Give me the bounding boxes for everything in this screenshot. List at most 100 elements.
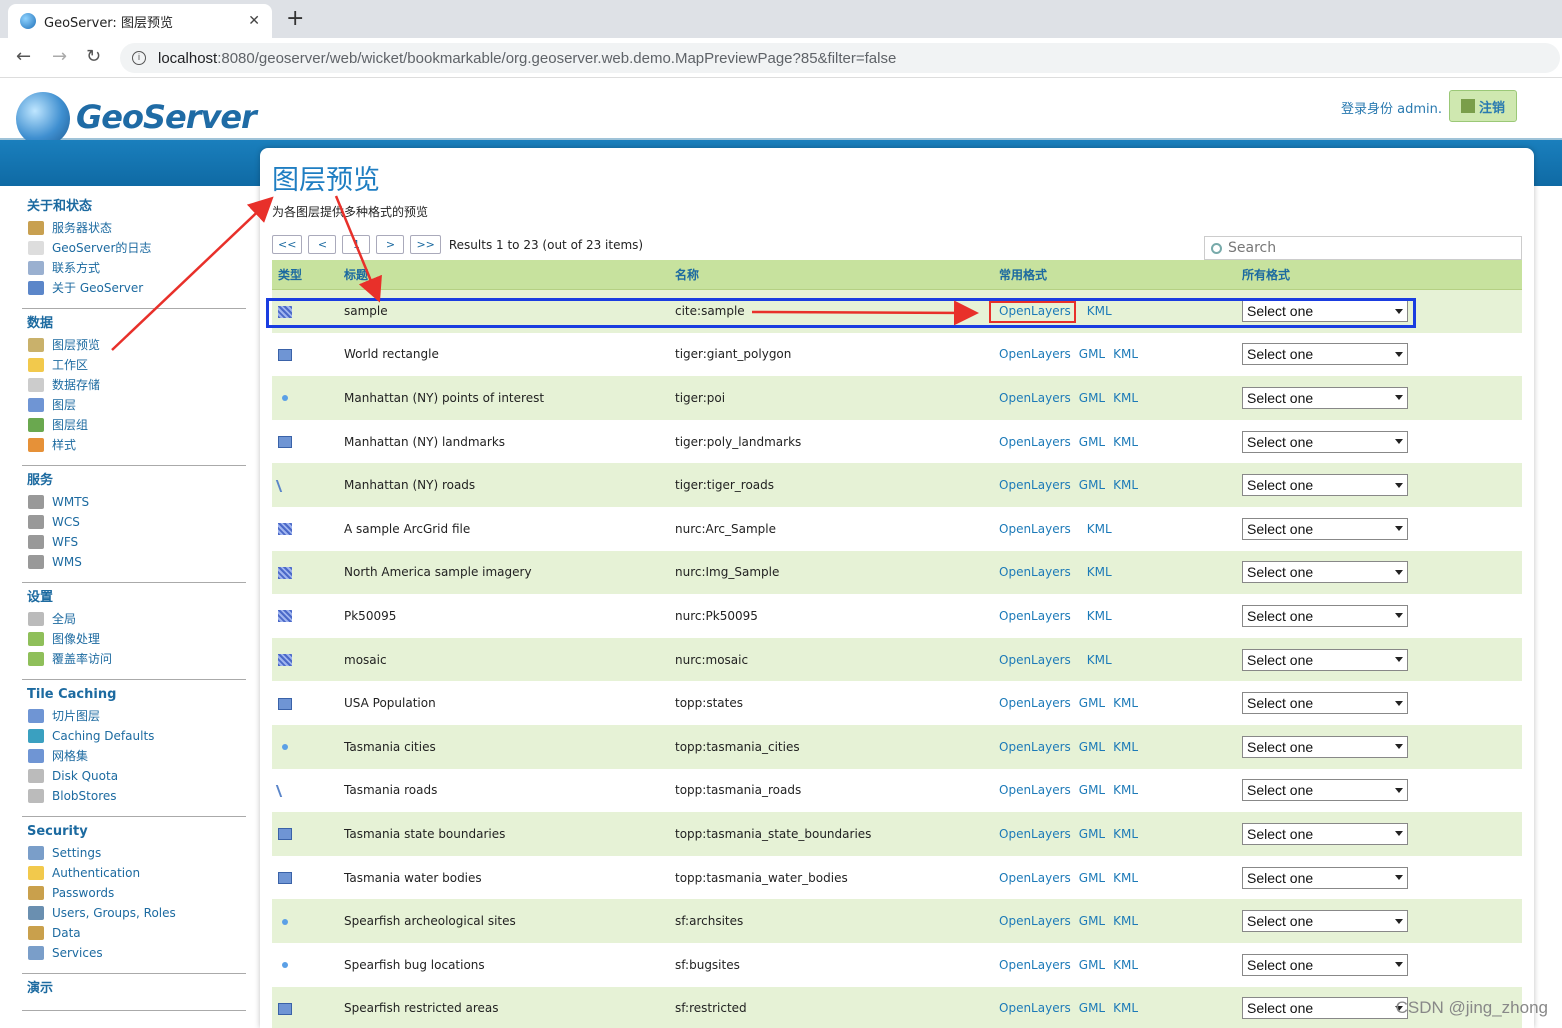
openlayers-link[interactable]: OpenLayers (999, 1001, 1071, 1015)
kml-link[interactable]: KML (1113, 478, 1138, 492)
sidebar-item[interactable]: Caching Defaults (22, 726, 246, 746)
gml-link[interactable]: GML (1079, 347, 1105, 361)
gml-link[interactable]: GML (1079, 435, 1105, 449)
page-1-button[interactable]: 1 (342, 235, 371, 254)
forward-icon[interactable]: → (52, 46, 67, 67)
kml-link[interactable]: KML (1113, 435, 1138, 449)
sidebar-item[interactable]: 样式 (22, 435, 246, 455)
sidebar-item[interactable]: 工作区 (22, 355, 246, 375)
gml-link[interactable]: GML (1079, 914, 1105, 928)
column-header-type[interactable]: 类型 (272, 260, 338, 290)
gml-link[interactable]: GML (1079, 1001, 1105, 1015)
kml-link[interactable]: KML (1113, 740, 1138, 754)
column-header-title[interactable]: 标题 (338, 260, 669, 290)
sidebar-item[interactable]: 网格集 (22, 746, 246, 766)
kml-link[interactable]: KML (1113, 696, 1138, 710)
openlayers-link[interactable]: OpenLayers (999, 914, 1071, 928)
sidebar-item[interactable]: GeoServer的日志 (22, 238, 246, 258)
sidebar-item[interactable]: 覆盖率访问 (22, 649, 246, 669)
all-formats-select[interactable]: Select one (1242, 648, 1408, 671)
openlayers-link[interactable]: OpenLayers (999, 740, 1071, 754)
sidebar-item[interactable]: 切片图层 (22, 706, 246, 726)
logo-text[interactable]: GeoServer (76, 98, 257, 136)
kml-link[interactable]: KML (1113, 391, 1138, 405)
sidebar-item[interactable]: 图像处理 (22, 629, 246, 649)
browser-tab[interactable]: GeoServer: 图层预览 ✕ (8, 4, 272, 38)
all-formats-select[interactable]: Select one (1242, 430, 1408, 453)
all-formats-select[interactable]: Select one (1242, 953, 1408, 976)
gml-link[interactable]: GML (1079, 696, 1105, 710)
sidebar-item[interactable]: Settings (22, 843, 246, 863)
last-page-button[interactable]: >> (410, 235, 441, 254)
all-formats-select[interactable]: Select one (1242, 779, 1408, 802)
kml-link[interactable]: KML (1113, 783, 1138, 797)
openlayers-link[interactable]: OpenLayers (999, 827, 1071, 841)
gml-link[interactable]: GML (1079, 478, 1105, 492)
openlayers-link[interactable]: OpenLayers (999, 696, 1071, 710)
all-formats-select[interactable]: Select one (1242, 517, 1408, 540)
reload-icon[interactable]: ↻ (86, 46, 101, 67)
openlayers-link[interactable]: OpenLayers (999, 565, 1071, 579)
site-info-icon[interactable]: i (132, 51, 146, 65)
openlayers-link[interactable]: OpenLayers (999, 435, 1071, 449)
sidebar-item[interactable]: Users, Groups, Roles (22, 903, 246, 923)
gml-link[interactable]: GML (1079, 827, 1105, 841)
url-input[interactable]: i localhost:8080/geoserver/web/wicket/bo… (120, 43, 1560, 73)
kml-link[interactable]: KML (1087, 609, 1112, 623)
gml-link[interactable]: GML (1079, 958, 1105, 972)
sidebar-item[interactable]: 图层组 (22, 415, 246, 435)
kml-link[interactable]: KML (1113, 871, 1138, 885)
gml-link[interactable]: GML (1079, 391, 1105, 405)
all-formats-select[interactable]: Select one (1242, 343, 1408, 366)
all-formats-select[interactable]: Select one (1242, 692, 1408, 715)
sidebar-item[interactable]: Authentication (22, 863, 246, 883)
openlayers-link[interactable]: OpenLayers (999, 522, 1071, 536)
openlayers-link[interactable]: OpenLayers (999, 653, 1071, 667)
search-input[interactable]: Search (1204, 236, 1522, 260)
all-formats-select[interactable]: Select one (1242, 822, 1408, 845)
kml-link[interactable]: KML (1113, 958, 1138, 972)
sidebar-item[interactable]: Services (22, 943, 246, 963)
openlayers-link[interactable]: OpenLayers (999, 783, 1071, 797)
prev-page-button[interactable]: < (308, 235, 337, 254)
sidebar-item[interactable]: WMTS (22, 492, 246, 512)
back-icon[interactable]: ← (16, 46, 31, 67)
all-formats-select[interactable]: Select one (1242, 866, 1408, 889)
new-tab-icon[interactable]: + (286, 6, 304, 31)
sidebar-item[interactable]: BlobStores (22, 786, 246, 806)
openlayers-link[interactable]: OpenLayers (999, 478, 1071, 492)
sidebar-item[interactable]: 关于 GeoServer (22, 278, 246, 298)
openlayers-link[interactable]: OpenLayers (999, 958, 1071, 972)
logout-button[interactable]: 注销 (1449, 90, 1517, 122)
all-formats-select[interactable]: Select one (1242, 910, 1408, 933)
geoserver-logo-icon[interactable] (16, 92, 70, 146)
kml-link[interactable]: KML (1087, 565, 1112, 579)
kml-link[interactable]: KML (1087, 522, 1112, 536)
next-page-button[interactable]: > (376, 235, 405, 254)
kml-link[interactable]: KML (1113, 347, 1138, 361)
all-formats-select[interactable]: Select one (1242, 474, 1408, 497)
openlayers-link[interactable]: OpenLayers (999, 347, 1071, 361)
kml-link[interactable]: KML (1113, 914, 1138, 928)
kml-link[interactable]: KML (1113, 827, 1138, 841)
sidebar-item[interactable]: WMS (22, 552, 246, 572)
sidebar-item[interactable]: 全局 (22, 609, 246, 629)
close-tab-icon[interactable]: ✕ (248, 13, 260, 29)
first-page-button[interactable]: << (272, 235, 303, 254)
sidebar-item[interactable]: 图层 (22, 395, 246, 415)
all-formats-select[interactable]: Select one (1242, 604, 1408, 627)
sidebar-item[interactable]: WFS (22, 532, 246, 552)
all-formats-select[interactable]: Select one (1242, 735, 1408, 758)
sidebar-item[interactable]: Data (22, 923, 246, 943)
gml-link[interactable]: GML (1079, 783, 1105, 797)
sidebar-item[interactable]: WCS (22, 512, 246, 532)
sidebar-item[interactable]: 联系方式 (22, 258, 246, 278)
column-header-name[interactable]: 名称 (669, 260, 993, 290)
all-formats-select[interactable]: Select one (1242, 386, 1408, 409)
gml-link[interactable]: GML (1079, 871, 1105, 885)
sidebar-item[interactable]: 数据存储 (22, 375, 246, 395)
sidebar-item[interactable]: 图层预览 (22, 335, 246, 355)
sidebar-item[interactable]: Passwords (22, 883, 246, 903)
sidebar-item[interactable]: 服务器状态 (22, 218, 246, 238)
kml-link[interactable]: KML (1113, 1001, 1138, 1015)
